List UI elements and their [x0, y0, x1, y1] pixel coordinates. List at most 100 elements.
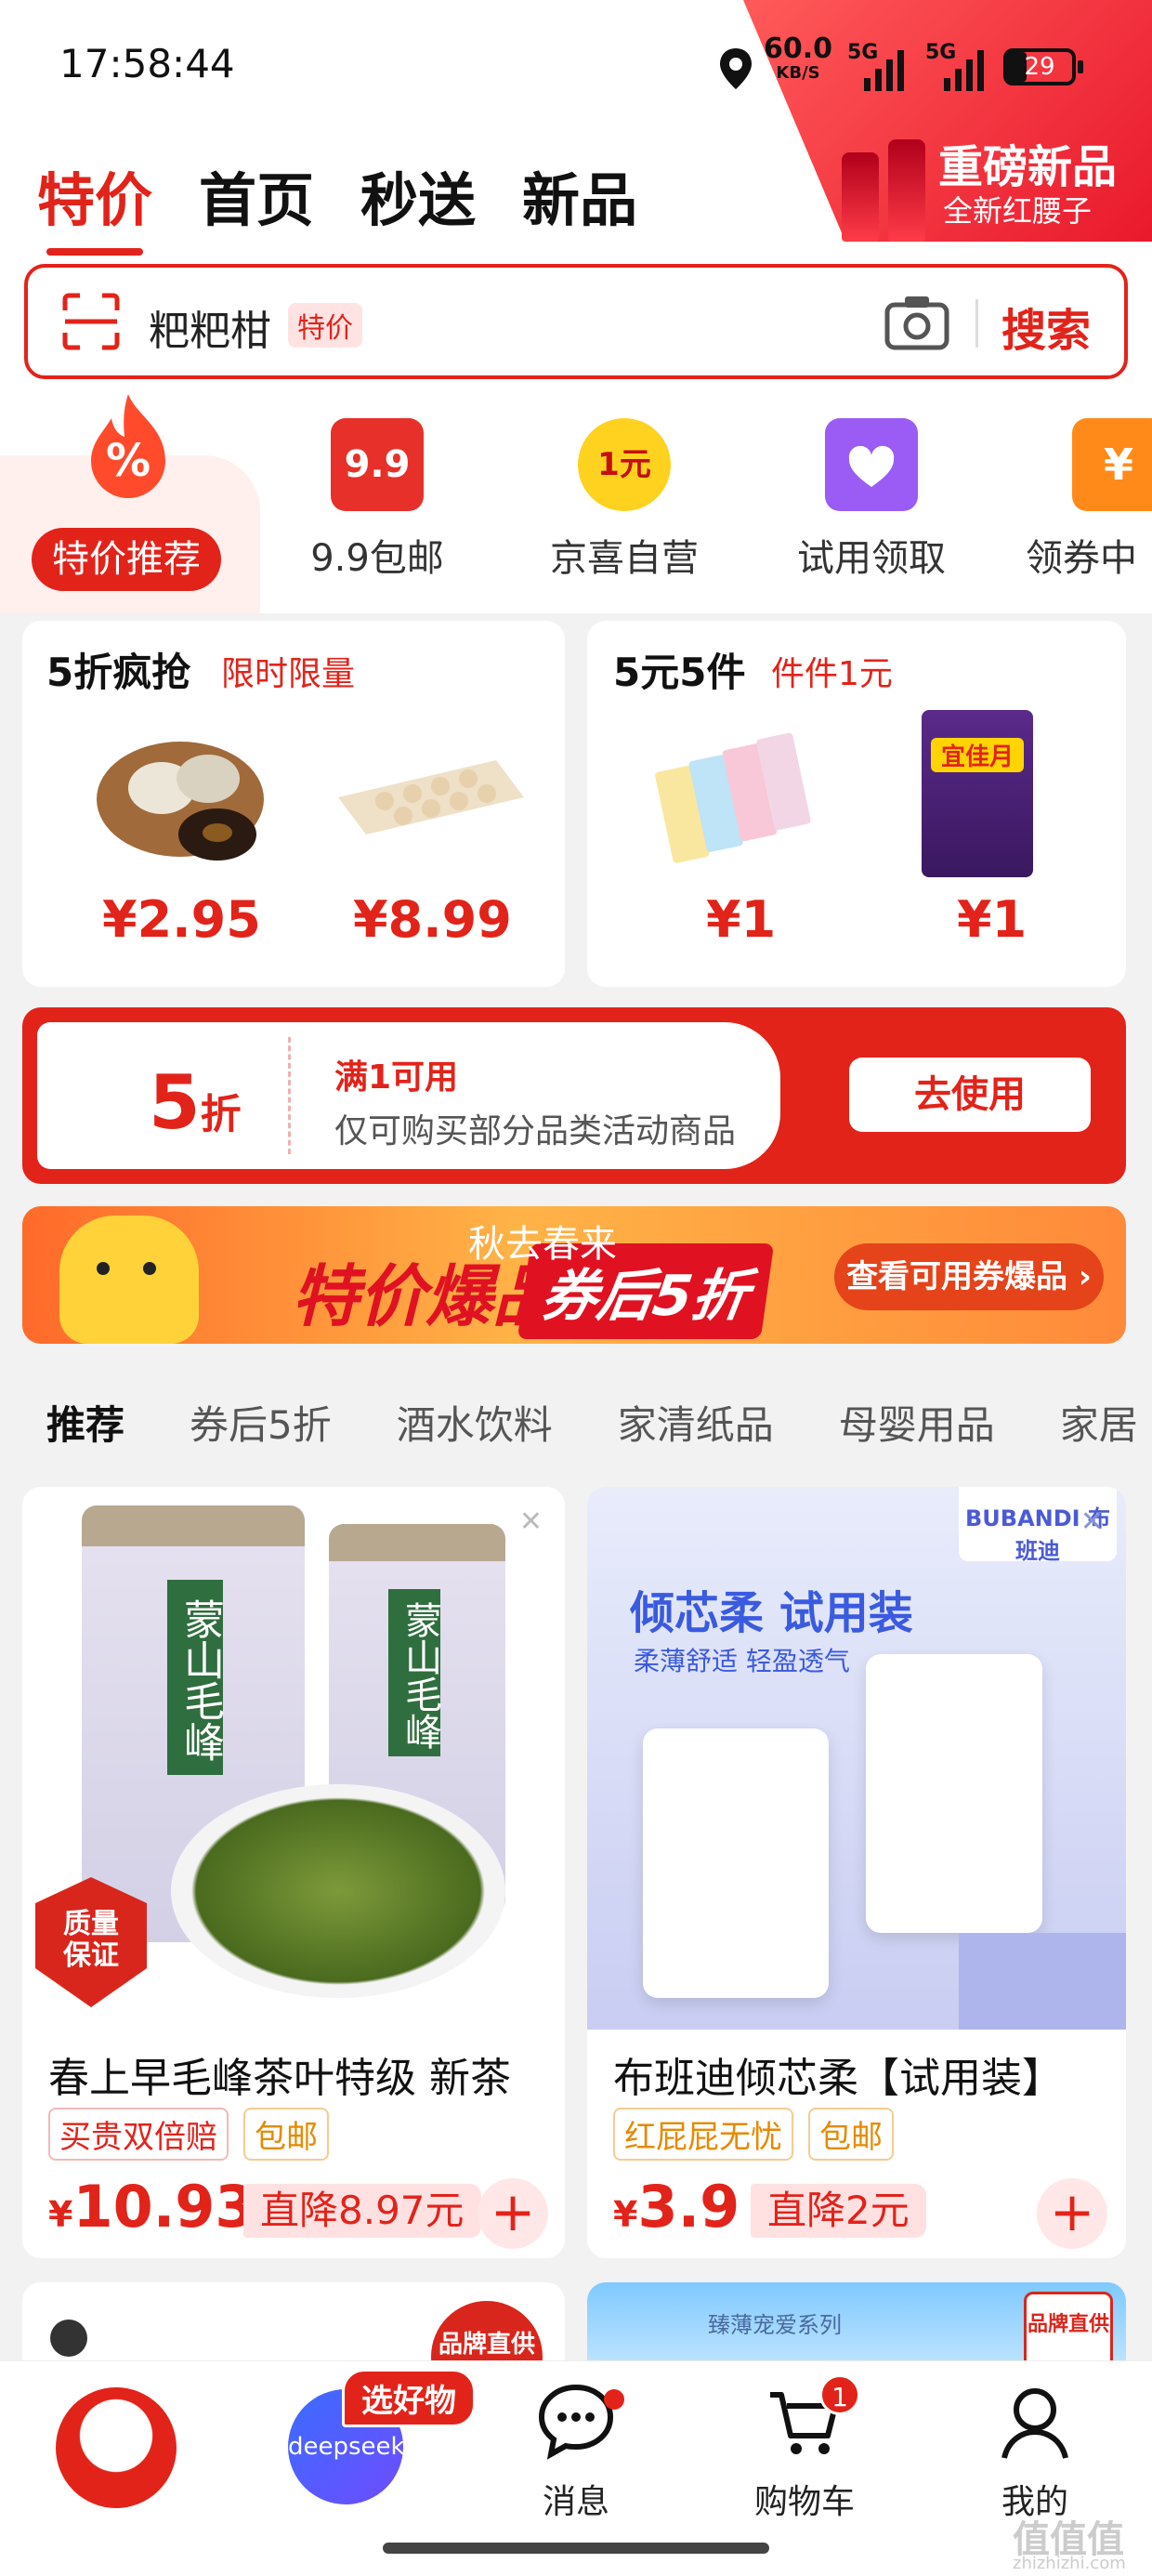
display-stand [959, 1933, 1126, 2030]
deal-price: ¥8.99 [353, 890, 512, 949]
svg-text:%: % [106, 435, 151, 487]
nav-me[interactable]: 我的 [942, 2380, 1128, 2523]
status-time: 17:58:44 [59, 41, 235, 86]
product-tag: 包邮 [808, 2108, 894, 2161]
brand-direct-badge: 品牌直供 [1024, 2292, 1113, 2366]
product-tag: 包邮 [243, 2108, 329, 2161]
product-tag: 买贵双倍赔 [48, 2108, 229, 2161]
promo-banner-hot[interactable]: 特价爆品 券后5折 秋去春来 查看可用券爆品 › [22, 1206, 1126, 1344]
product-card-peek[interactable]: 臻薄宠爱系列 品牌直供 [587, 2282, 1126, 2366]
quick-item-coupon[interactable]: ¥ 领券中 [1026, 418, 1152, 582]
category-tab[interactable]: 券后5折 [190, 1394, 332, 1451]
yen-coupon-icon: ¥ [1072, 418, 1152, 511]
user-icon [1001, 2388, 1068, 2459]
app-screen: 重磅新品 全新红腰子 17:58:44 60.0 KB/S 5G 5G 29 特… [0, 0, 1152, 2576]
quick-item-label: 试用领取 [797, 537, 946, 580]
promo-title: 重磅新品 [938, 141, 1118, 193]
price-drop-badge: 直降2元 [751, 2184, 926, 2238]
search-button[interactable]: 搜索 [1001, 294, 1091, 359]
category-tab[interactable]: 推荐 [46, 1394, 124, 1451]
tab-new[interactable]: 新品 [522, 153, 637, 237]
one-yuan-icon: 1元 [578, 418, 671, 511]
diaper-product-image[interactable]: BUBANDI 布班迪 倾芯柔 试用装 柔薄舒适 轻盈透气 [587, 1487, 1126, 2030]
nav-cart[interactable]: 1 购物车 [712, 2374, 897, 2523]
tab-tejia[interactable]: 特价 [37, 153, 152, 256]
quick-item-9-9[interactable]: 9.9 9.9包邮 [284, 418, 470, 582]
nav-label: 购物车 [753, 2483, 855, 2521]
deal-title: 5元5件 [613, 650, 746, 695]
diaper-image-title: 倾芯柔 试用装 [630, 1587, 913, 1639]
category-tab[interactable]: 家居 [1060, 1394, 1138, 1451]
coupon-divider [288, 1037, 291, 1154]
quality-badge: 质量保证 [35, 1877, 147, 2007]
nav-messages[interactable]: 消息 [483, 2380, 669, 2523]
product-tag: 红屁屁无忧 [613, 2108, 793, 2161]
banner-overlay-text: 秋去春来 [468, 1223, 617, 1266]
quick-item-jingxi[interactable]: 1元 京喜自营 [531, 418, 717, 582]
tab-home[interactable]: 首页 [199, 153, 314, 237]
notification-dot [604, 2389, 624, 2410]
battery-icon: 29 [1003, 48, 1083, 85]
product-card-peek[interactable]: 品牌直供 [22, 2282, 565, 2366]
deal-price: ¥2.95 [102, 890, 261, 949]
deepseek-tag: 选好物 [342, 2369, 476, 2427]
gift-9-9-icon: 9.9 [331, 418, 424, 511]
quick-item-trial[interactable]: 试用领取 [779, 418, 964, 582]
use-coupon-button[interactable]: 去使用 [849, 1058, 1091, 1132]
egg-tray-product-image[interactable] [329, 742, 533, 853]
home-mascot-icon[interactable] [56, 2387, 177, 2508]
close-icon[interactable]: ✕ [519, 1505, 543, 1538]
pants-pack-image [866, 1654, 1042, 1933]
network-speed: 60.0 KB/S [764, 33, 833, 84]
search-input[interactable]: 粑粑柑 [149, 297, 271, 357]
fire-percent-icon: % [91, 394, 165, 498]
towels-product-image[interactable] [643, 729, 829, 868]
detergent-product-image[interactable]: 宜佳月 [922, 710, 1033, 877]
home-indicator[interactable] [383, 2543, 769, 2554]
category-tab[interactable]: 家清纸品 [618, 1394, 774, 1451]
tab-miaosong[interactable]: 秒送 [360, 153, 476, 237]
search-bar[interactable]: 粑粑柑 特价 搜索 [24, 264, 1128, 379]
coupon-description: 仅可购买部分品类活动商品 [334, 1112, 737, 1150]
deal-card-five-yuan[interactable]: 5元5件 件件1元 宜佳月 ¥1 ¥1 [587, 621, 1126, 987]
product-card-diaper[interactable]: BUBANDI 布班迪 倾芯柔 试用装 柔薄舒适 轻盈透气 ✕ 布班迪倾芯柔【试… [587, 1487, 1126, 2258]
coupon-body: 5折 满1可用 仅可购买部分品类活动商品 [37, 1022, 780, 1169]
product-tags: 买贵双倍赔 包邮 [48, 2108, 329, 2161]
quick-item-label: 9.9包邮 [310, 537, 444, 580]
add-to-cart-button[interactable]: + [478, 2178, 548, 2249]
camera-icon[interactable] [884, 294, 949, 351]
mascot-image [59, 1216, 199, 1344]
diaper-image-subtitle: 柔薄舒适 轻盈透气 [634, 1646, 850, 1676]
cart-count-badge: 1 [819, 2374, 860, 2415]
coupon-card[interactable]: 5折 满1可用 仅可购买部分品类活动商品 去使用 [22, 1007, 1126, 1184]
deal-card-half-price[interactable]: 5折疯抢 限时限量 ¥2.95 ¥8.99 [22, 621, 565, 987]
search-divider [975, 299, 978, 348]
eggs-product-image[interactable] [78, 714, 282, 872]
price-drop-badge: 直降8.97元 [243, 2184, 481, 2238]
quick-item-tejia-label: 特价推荐 [32, 528, 221, 591]
product-card-tea[interactable]: 蒙山毛峰 蒙山毛峰 质量保证 ✕ 春上早毛峰茶叶特级 新茶 买贵双倍赔 包邮 ¥… [22, 1487, 565, 2258]
view-coupon-products-button[interactable]: 查看可用券爆品 › [834, 1243, 1104, 1310]
heart-bag-icon [825, 418, 918, 511]
signal-2-icon [944, 48, 984, 91]
coupon-condition: 满1可用 [334, 1058, 459, 1097]
quick-entry-row: % 特价推荐 9.9 9.9包邮 1元 京喜自营 试用领取 ¥ 领券中 [0, 390, 1152, 613]
add-to-cart-button[interactable]: + [1037, 2178, 1107, 2249]
deal-title: 5折疯抢 [46, 650, 191, 695]
product-thumb [50, 2320, 87, 2357]
watermark-url: zhizhizhi.com [1013, 2554, 1126, 2573]
tea-product-image[interactable]: 蒙山毛峰 蒙山毛峰 质量保证 [22, 1487, 565, 2030]
category-tab-bar: 推荐 券后5折 酒水饮料 家清纸品 母婴用品 家居 [0, 1366, 1152, 1478]
close-icon[interactable]: ✕ [1080, 1505, 1104, 1538]
status-bar: 17:58:44 60.0 KB/S 5G 5G 29 [0, 0, 1152, 130]
category-tab[interactable]: 母婴用品 [839, 1394, 995, 1451]
header-area: 重磅新品 全新红腰子 17:58:44 60.0 KB/S 5G 5G 29 特… [0, 0, 1152, 613]
deal-price: ¥1 [957, 890, 1028, 949]
coupon-discount: 5折 [149, 1059, 242, 1146]
diaper-pack-image [643, 1728, 829, 1998]
deal-subtitle: 件件1元 [771, 655, 893, 693]
location-icon [720, 48, 752, 89]
category-tab[interactable]: 酒水饮料 [397, 1394, 553, 1451]
nav-label: 消息 [542, 2483, 609, 2521]
scan-icon[interactable] [61, 292, 121, 351]
